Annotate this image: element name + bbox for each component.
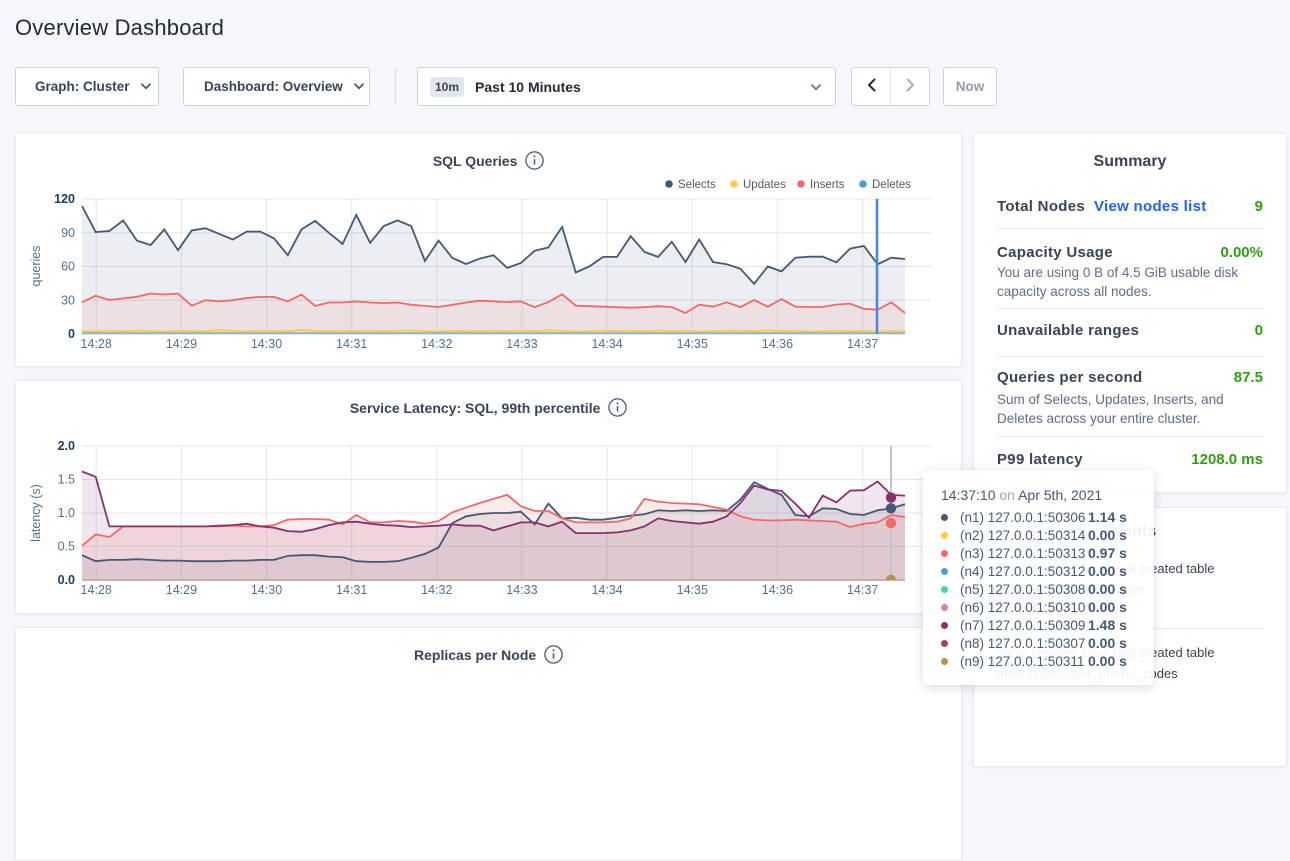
svg-text:14:32: 14:32 <box>421 337 452 351</box>
svg-text:14:37: 14:37 <box>847 583 878 597</box>
svg-text:14:29: 14:29 <box>166 337 197 351</box>
svg-text:14:28: 14:28 <box>81 337 112 351</box>
svg-text:0.5: 0.5 <box>58 540 75 554</box>
svg-text:queries: queries <box>29 246 43 287</box>
svg-text:14:32: 14:32 <box>421 583 452 597</box>
svg-text:14:28: 14:28 <box>81 583 112 597</box>
svg-text:14:34: 14:34 <box>591 583 622 597</box>
svg-text:14:33: 14:33 <box>506 583 537 597</box>
svg-text:Selects: Selects <box>678 179 716 191</box>
svg-text:120: 120 <box>54 192 75 206</box>
svg-text:Inserts: Inserts <box>810 179 845 191</box>
svg-text:14:29: 14:29 <box>166 583 197 597</box>
svg-text:14:31: 14:31 <box>336 583 367 597</box>
svg-text:90: 90 <box>61 226 75 240</box>
svg-text:14:30: 14:30 <box>251 583 282 597</box>
svg-text:2.0: 2.0 <box>58 439 75 453</box>
svg-text:14:36: 14:36 <box>762 337 793 351</box>
svg-text:1.5: 1.5 <box>58 473 75 487</box>
svg-text:14:36: 14:36 <box>762 583 793 597</box>
svg-text:14:34: 14:34 <box>591 337 622 351</box>
svg-text:14:33: 14:33 <box>506 337 537 351</box>
svg-text:14:30: 14:30 <box>251 337 282 351</box>
svg-text:latency (s): latency (s) <box>29 484 43 542</box>
svg-text:1.0: 1.0 <box>58 506 75 520</box>
svg-text:0: 0 <box>68 327 75 341</box>
svg-text:Updates: Updates <box>743 179 786 191</box>
svg-text:14:31: 14:31 <box>336 337 367 351</box>
svg-text:30: 30 <box>61 293 75 307</box>
svg-text:14:35: 14:35 <box>677 583 708 597</box>
svg-text:14:37: 14:37 <box>847 337 878 351</box>
svg-text:14:35: 14:35 <box>677 337 708 351</box>
svg-text:Deletes: Deletes <box>872 179 911 191</box>
svg-text:0.0: 0.0 <box>58 573 75 587</box>
svg-text:60: 60 <box>61 260 75 274</box>
